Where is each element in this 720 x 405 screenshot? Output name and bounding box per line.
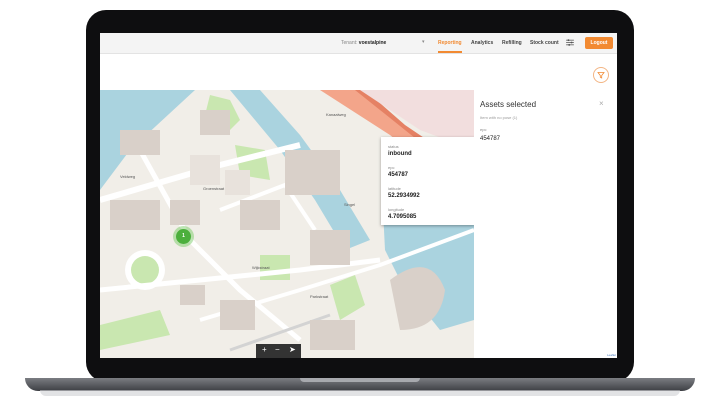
logout-button[interactable]: Logout — [585, 37, 613, 49]
map-attribution[interactable]: Leaflet — [607, 353, 616, 357]
assets-selected-panel: Assets selected × Item with no pose (1) … — [474, 90, 617, 358]
top-navigation-bar: Tenant: voestalpine ▾ Reporting Analytic… — [100, 33, 617, 54]
status-value: inbound — [388, 151, 412, 157]
nav-reporting[interactable]: Reporting — [438, 40, 462, 46]
panel-subtitle: Item with no pose (1) — [480, 115, 518, 120]
zoom-in-button[interactable]: + — [262, 345, 267, 354]
app-screen: Tenant: voestalpine ▾ Reporting Analytic… — [100, 33, 617, 358]
epc-label: epc — [480, 127, 487, 132]
locate-icon[interactable]: ➤ — [289, 345, 296, 354]
asset-cluster-marker[interactable]: 1 — [176, 229, 191, 244]
panel-title: Assets selected — [480, 100, 537, 109]
tenant-label: Tenant: — [341, 40, 358, 46]
map-toolbar: + − ➤ — [256, 344, 301, 358]
latitude-value: 52.2934992 — [388, 193, 420, 199]
latitude-label: latitude — [388, 186, 401, 191]
nav-analytics[interactable]: Analytics — [471, 40, 493, 46]
close-icon[interactable]: × — [599, 99, 604, 108]
active-nav-indicator — [438, 51, 462, 53]
street-label: Parkstraat — [310, 294, 329, 299]
laptop-shadow — [40, 390, 680, 396]
nav-stock-count[interactable]: Stock count — [530, 40, 559, 46]
street-label: Wijkstraat — [252, 265, 270, 270]
tenant-value: voestalpine — [358, 40, 387, 46]
chevron-down-icon[interactable]: ▾ — [422, 39, 425, 45]
status-label: status — [388, 144, 399, 149]
street-label: Groenstraat — [203, 186, 225, 191]
epc-value[interactable]: 454787 — [480, 136, 500, 142]
sliders-icon[interactable] — [566, 39, 574, 46]
street-label: Veldweg — [120, 174, 136, 179]
longitude-label: longitude — [388, 207, 405, 212]
epc-value: 454787 — [388, 172, 409, 178]
epc-label: epc — [388, 165, 395, 170]
laptop-notch — [300, 378, 420, 382]
asset-popup: status inbound epc 454787 latitude 52.29… — [381, 137, 475, 225]
nav-refilling[interactable]: Refilling — [502, 40, 522, 46]
tenant-selector[interactable]: Tenant: voestalpine — [341, 40, 386, 46]
street-label: Singel — [344, 202, 356, 207]
street-label: Kanaalweg — [326, 112, 346, 117]
longitude-value: 4.7095085 — [388, 214, 417, 220]
filter-icon — [597, 72, 605, 79]
zoom-out-button[interactable]: − — [275, 345, 280, 354]
filter-button[interactable] — [593, 67, 609, 83]
